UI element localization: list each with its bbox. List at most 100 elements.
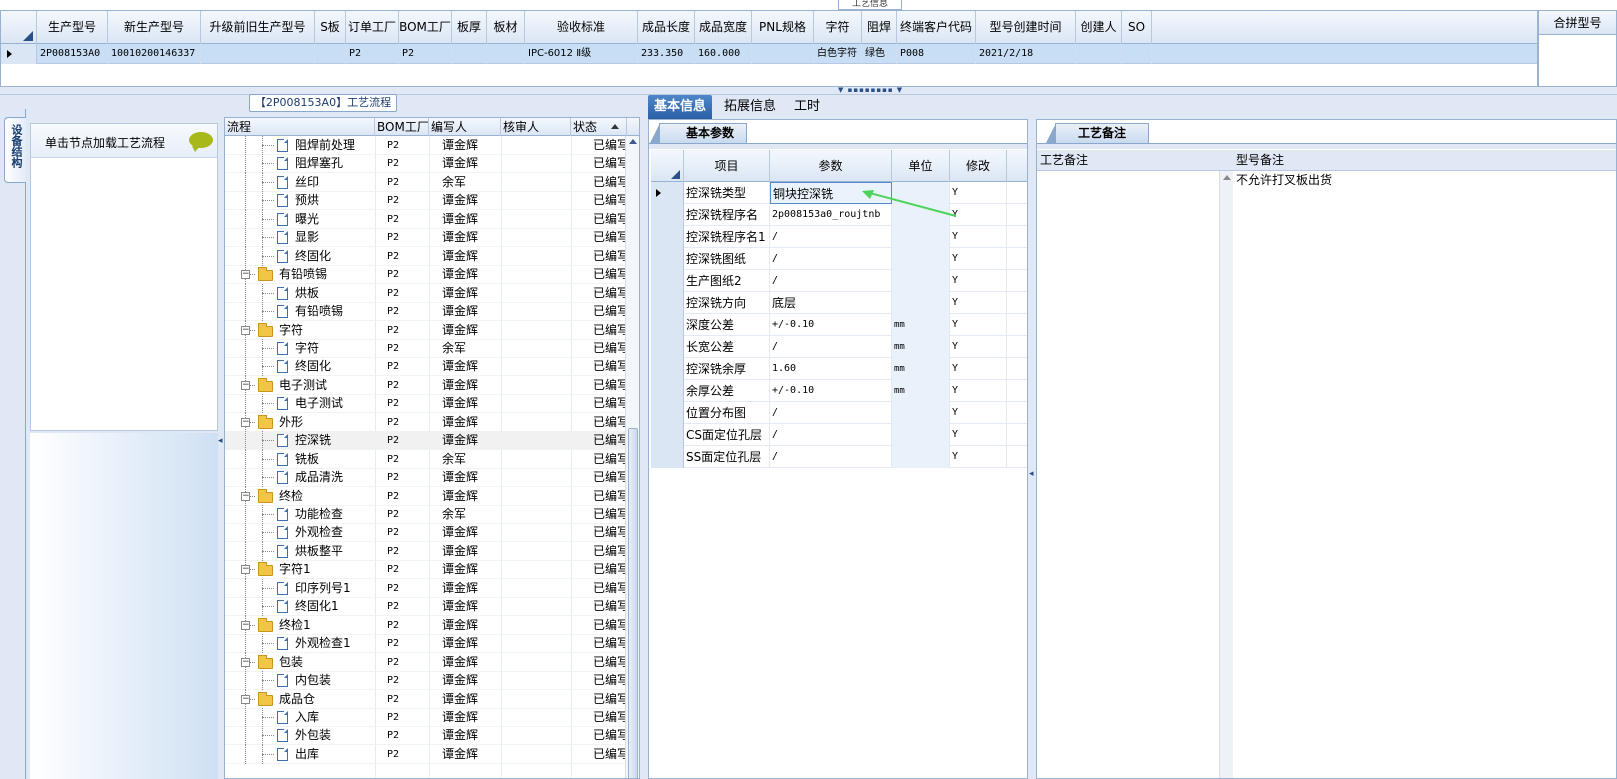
model-cell[interactable] <box>752 44 814 64</box>
tree-col-header[interactable]: 核审人 <box>501 118 571 136</box>
collapse-icon[interactable]: − <box>241 565 250 575</box>
tree-col-header[interactable]: 编写人 <box>429 118 501 136</box>
collapse-icon[interactable]: − <box>241 491 250 501</box>
model-col-header[interactable]: 成品宽度 <box>695 11 752 44</box>
model-col-header[interactable]: 字符 <box>814 11 862 44</box>
param-row[interactable]: 长宽公差 / mm Y <box>651 336 1027 358</box>
model-cell[interactable]: 233.350 <box>638 44 695 64</box>
tree-col-header[interactable]: 流程 <box>225 118 375 136</box>
model-cell[interactable]: 绿色 <box>862 44 897 64</box>
model-col-header[interactable]: SO <box>1122 11 1152 44</box>
model-col-header[interactable]: 订单工厂 <box>346 11 399 44</box>
grid-corner-icon[interactable] <box>1 11 37 44</box>
top-tab-tip[interactable]: 工艺信息 <box>838 0 902 10</box>
model-col-header[interactable]: S板 <box>315 11 346 44</box>
model-col-header[interactable]: 创建人 <box>1076 11 1122 44</box>
model-cell[interactable] <box>1076 44 1122 64</box>
collapse-icon[interactable]: − <box>241 620 250 630</box>
notes-scrollbar[interactable] <box>1219 171 1233 778</box>
model-col-header[interactable]: 阻焊 <box>862 11 897 44</box>
param-value-field[interactable]: / <box>770 402 892 424</box>
param-value-field[interactable]: / <box>770 226 892 248</box>
tree-row[interactable]: 出库 P2 谭金辉 已编写 <box>225 744 625 764</box>
model-note-text[interactable]: 不允许打叉板出货 <box>1234 172 1332 188</box>
tree-row[interactable]: 有铅喷锡 P2 谭金辉 已编写 <box>225 302 625 322</box>
param-row[interactable]: 位置分布图 / Y <box>651 402 1027 424</box>
tree-row[interactable]: 功能检查 P2 余军 已编写 <box>225 505 625 524</box>
param-row[interactable]: SS面定位孔层 / Y <box>651 446 1027 468</box>
tree-row[interactable]: − 终检1 P2 谭金辉 已编写 <box>225 615 625 635</box>
model-col-header[interactable]: 新生产型号 <box>108 11 201 44</box>
model-cell[interactable]: IPC-6012 Ⅱ级 <box>525 44 638 64</box>
param-value-field[interactable]: / <box>770 248 892 270</box>
tree-row[interactable]: − 包装 P2 谭金辉 已编写 <box>225 652 625 672</box>
tree-row[interactable]: 外观检查 P2 谭金辉 已编写 <box>225 523 625 543</box>
tab-basic-params[interactable]: 基本参数 <box>650 123 747 143</box>
tree-row[interactable]: 丝印 P2 余军 已编写 <box>225 172 625 192</box>
tree-row[interactable]: 外观检查1 P2 谭金辉 已编写 <box>225 634 625 654</box>
param-col-header[interactable]: 修改 <box>950 150 1007 182</box>
tab-extended-info[interactable]: 拓展信息 <box>718 95 782 119</box>
param-row[interactable]: CS面定位孔层 / Y <box>651 424 1027 446</box>
tree-col-header[interactable]: BOM工厂 <box>375 118 429 136</box>
model-cell[interactable]: 2021/2/18 <box>976 44 1076 64</box>
splitter-grip-icon[interactable]: ▼ ▪▪▪▪▪▪▪▪ ▼ <box>838 87 906 94</box>
param-col-header[interactable]: 参数 <box>770 150 892 182</box>
model-cell[interactable] <box>452 44 487 64</box>
collapse-icon[interactable]: − <box>241 325 250 335</box>
model-cell[interactable]: P2 <box>399 44 452 64</box>
collapse-icon[interactable]: − <box>241 417 250 427</box>
collapse-mid-icon[interactable]: ◂ <box>1029 469 1034 479</box>
tree-row[interactable]: 烘板整平 P2 谭金辉 已编写 <box>225 541 625 561</box>
mid-splitter[interactable]: ◂ <box>1028 119 1036 779</box>
param-value-field[interactable]: 2p008153a0_roujtnb <box>770 204 892 226</box>
scroll-thumb[interactable] <box>628 428 638 778</box>
scroll-up-icon[interactable] <box>629 139 637 144</box>
tree-row[interactable]: 阻焊前处理 P2 谭金辉 已编写 <box>225 136 625 155</box>
tree-row[interactable]: 电子测试 P2 谭金辉 已编写 <box>225 394 625 414</box>
tree-row[interactable]: 铣板 P2 余军 已编写 <box>225 449 625 469</box>
collapse-icon[interactable]: − <box>241 694 250 704</box>
tree-row[interactable]: 阻焊塞孔 P2 谭金辉 已编写 <box>225 154 625 174</box>
model-col-header[interactable]: 终端客户代码 <box>897 11 976 44</box>
model-cell[interactable]: 白色字符 <box>814 44 862 64</box>
model-cell[interactable]: P008 <box>897 44 976 64</box>
model-cell[interactable] <box>487 44 525 64</box>
node-panel-header[interactable]: 单击节点加载工艺流程 <box>31 124 217 158</box>
model-cell[interactable]: 10010200146337 <box>108 44 201 64</box>
model-cell[interactable]: 160.000 <box>695 44 752 64</box>
grid-corner-icon[interactable] <box>651 150 684 182</box>
tree-row[interactable]: 终固化 P2 谭金辉 已编写 <box>225 357 625 377</box>
param-value-field[interactable]: 1.60 <box>770 358 892 380</box>
tree-row[interactable]: 终固化1 P2 谭金辉 已编写 <box>225 597 625 617</box>
model-col-header[interactable]: 型号创建时间 <box>976 11 1076 44</box>
tree-row[interactable]: − 电子测试 P2 谭金辉 已编写 <box>225 375 625 395</box>
model-col-header[interactable]: 升级前旧生产型号 <box>201 11 315 44</box>
model-col-header[interactable]: 板厚 <box>452 11 487 44</box>
param-col-header[interactable]: 项目 <box>684 150 770 182</box>
tree-scrollbar[interactable] <box>625 136 639 778</box>
model-col-header[interactable]: 生产型号 <box>37 11 108 44</box>
param-col-header[interactable]: 单位 <box>892 150 950 182</box>
model-col-header[interactable]: 验收标准 <box>525 11 638 44</box>
tree-row[interactable]: 外包装 P2 谭金辉 已编写 <box>225 726 625 746</box>
tree-row[interactable]: − 外形 P2 谭金辉 已编写 <box>225 412 625 432</box>
tree-row[interactable]: 控深铣 P2 谭金辉 已编写 <box>225 431 625 451</box>
model-col-header[interactable]: 板材 <box>487 11 525 44</box>
param-value-field[interactable]: / <box>770 270 892 292</box>
model-cell[interactable] <box>1122 44 1152 64</box>
collapse-icon[interactable]: − <box>241 380 250 390</box>
model-col-header[interactable]: 成品长度 <box>638 11 695 44</box>
collapse-icon[interactable]: − <box>241 657 250 667</box>
param-row[interactable]: 生产图纸2/ Y <box>651 270 1027 292</box>
param-value-field[interactable]: / <box>770 336 892 358</box>
tab-basic-info[interactable]: 基本信息 <box>648 95 713 119</box>
model-cell[interactable]: P2 <box>346 44 399 64</box>
param-value-field[interactable]: / <box>770 424 892 446</box>
model-grid-row[interactable]: 2P008153A0 10010200146337 P2 P2 IPC-6012 Ⅱ级 2… <box>1 44 1537 64</box>
model-col-header[interactable]: PNL规格 <box>752 11 814 44</box>
tree-row[interactable]: 印序列号1 P2 谭金辉 已编写 <box>225 578 625 598</box>
param-row[interactable]: 控深铣程序名1/ Y <box>651 226 1027 248</box>
model-col-header[interactable]: BOM工厂 <box>399 11 452 44</box>
param-row[interactable]: 控深铣图纸 / Y <box>651 248 1027 270</box>
